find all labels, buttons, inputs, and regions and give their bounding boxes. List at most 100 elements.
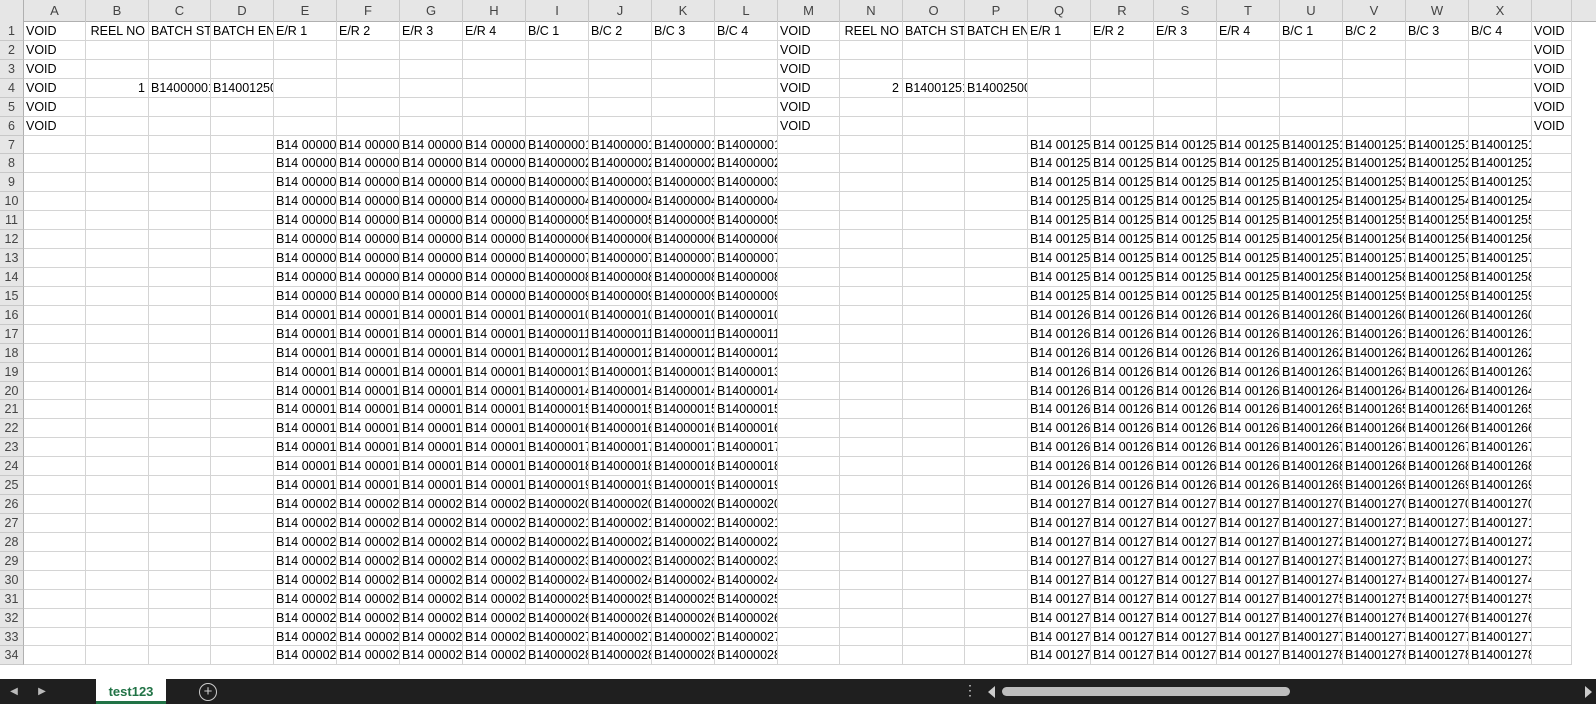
cell[interactable]: B14 00127 <box>1091 532 1154 552</box>
cell[interactable] <box>1532 476 1572 496</box>
cell[interactable]: B140012577 <box>1469 249 1532 268</box>
cell[interactable] <box>903 495 965 514</box>
cell[interactable]: B14 00002 <box>400 589 463 609</box>
cell[interactable]: B14000021 <box>652 513 715 533</box>
cell[interactable]: B14 00002 <box>337 551 400 571</box>
cell[interactable]: B14 00125 <box>1091 249 1154 268</box>
cell[interactable]: B14 00125 <box>1154 230 1217 250</box>
cell[interactable] <box>840 551 903 571</box>
cell[interactable] <box>903 513 965 533</box>
cell[interactable] <box>149 551 211 571</box>
cell[interactable]: B14001270 <box>1280 495 1343 514</box>
cell[interactable]: B14000020 <box>526 495 589 514</box>
column-header-L[interactable]: L <box>715 0 778 22</box>
cell[interactable] <box>24 608 86 628</box>
cell[interactable]: B14000001 <box>589 135 652 155</box>
cell[interactable] <box>211 116 274 136</box>
cell[interactable] <box>1532 532 1572 552</box>
cell[interactable]: B14000005 <box>526 211 589 231</box>
cell[interactable] <box>840 381 903 401</box>
cell[interactable] <box>652 97 715 117</box>
cell[interactable] <box>400 97 463 117</box>
cell[interactable] <box>211 324 274 344</box>
cell[interactable]: B14 00127 <box>1154 551 1217 571</box>
row-header[interactable]: 13 <box>0 249 24 268</box>
cell[interactable] <box>149 267 211 287</box>
cell[interactable]: B140012782 <box>1469 646 1532 666</box>
cell[interactable]: B14 00000 <box>463 154 526 174</box>
cell[interactable] <box>86 589 149 609</box>
cell[interactable] <box>149 476 211 496</box>
cell[interactable]: VOID <box>24 59 86 79</box>
cell[interactable]: B14 00126 <box>1091 305 1154 325</box>
cell[interactable]: B14 00126 <box>1091 362 1154 382</box>
cell[interactable] <box>840 646 903 666</box>
cell[interactable] <box>1532 513 1572 533</box>
cell[interactable] <box>24 589 86 609</box>
cell[interactable]: B14001277 <box>1280 627 1343 647</box>
cell[interactable]: VOID <box>1532 78 1572 98</box>
cell[interactable]: B14 00000 <box>337 267 400 287</box>
cell[interactable] <box>149 381 211 401</box>
cell[interactable]: B14000001 <box>149 78 211 98</box>
cell[interactable]: B14000023 <box>526 551 589 571</box>
cell[interactable]: B14000011 <box>526 324 589 344</box>
cell[interactable] <box>86 495 149 514</box>
cell[interactable] <box>903 267 965 287</box>
column-header-B[interactable]: B <box>86 0 149 22</box>
cell[interactable]: B140000222 <box>715 532 778 552</box>
cell[interactable]: B140012713 <box>1469 513 1532 533</box>
cell[interactable]: B14000001 <box>652 135 715 155</box>
cell[interactable]: B14 00002 <box>337 627 400 647</box>
cell[interactable] <box>778 513 840 533</box>
cell[interactable]: B14 00125 <box>1091 286 1154 306</box>
cell[interactable] <box>840 457 903 477</box>
cell[interactable]: B14 00127 <box>1154 513 1217 533</box>
cell[interactable] <box>778 570 840 590</box>
cell[interactable]: B140012775 <box>1469 627 1532 647</box>
cell[interactable]: B14 00000 <box>400 154 463 174</box>
cell[interactable] <box>715 97 778 117</box>
cell[interactable]: B14001265 <box>1406 400 1469 420</box>
cell[interactable] <box>149 324 211 344</box>
cell[interactable] <box>1532 627 1572 647</box>
cell[interactable]: B14 00126 <box>1217 476 1280 496</box>
cell[interactable] <box>1406 78 1469 98</box>
cell[interactable] <box>840 362 903 382</box>
cell[interactable]: B14 00001 <box>400 324 463 344</box>
cell[interactable]: B14 00002 <box>400 608 463 628</box>
cell[interactable]: E/R 2 <box>337 22 400 41</box>
cell[interactable] <box>840 570 903 590</box>
cell[interactable]: B14001260 <box>1280 305 1343 325</box>
cell[interactable]: B14 00002 <box>463 551 526 571</box>
cell[interactable] <box>589 78 652 98</box>
cell[interactable]: B14001255 <box>1280 211 1343 231</box>
cell[interactable] <box>1217 116 1280 136</box>
cell[interactable]: B14 00002 <box>274 513 337 533</box>
cell[interactable]: B14000021 <box>589 513 652 533</box>
cell[interactable]: B140012515 <box>1469 135 1532 155</box>
cell[interactable]: B14 00001 <box>337 419 400 439</box>
cell[interactable]: B14001273 <box>1406 551 1469 571</box>
cell[interactable] <box>1532 495 1572 514</box>
cell[interactable]: BATCH EN <box>965 22 1028 41</box>
cell[interactable]: B/C 2 <box>589 22 652 41</box>
cell[interactable]: VOID <box>778 40 840 60</box>
row-header[interactable]: 33 <box>0 627 24 647</box>
cell[interactable] <box>86 192 149 212</box>
cell[interactable]: B14000020 <box>652 495 715 514</box>
cell[interactable] <box>965 551 1028 571</box>
cell[interactable]: B14 00002 <box>274 646 337 666</box>
cell[interactable] <box>1343 116 1406 136</box>
add-sheet-button[interactable]: + <box>199 682 217 701</box>
cell[interactable]: B14000028 <box>652 646 715 666</box>
cell[interactable]: B14001254 <box>1406 192 1469 212</box>
row-header[interactable]: 4 <box>0 78 24 98</box>
cell[interactable]: B140012676 <box>1469 438 1532 458</box>
cell[interactable]: B14 00125 <box>1028 135 1091 155</box>
cell[interactable]: B14 00000 <box>274 135 337 155</box>
cell[interactable] <box>1532 589 1572 609</box>
cell[interactable]: BATCH STA <box>149 22 211 41</box>
cell[interactable]: B14 00000 <box>274 286 337 306</box>
cell[interactable] <box>1280 40 1343 60</box>
